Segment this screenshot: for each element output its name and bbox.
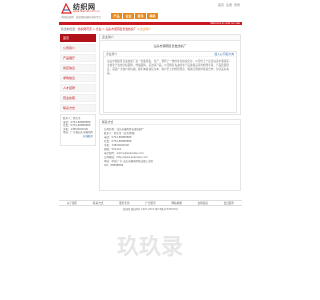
sidebar-item-license[interactable]: 营业执照 <box>60 94 96 102</box>
company-intro-panel: 企业简介 汕头市潮南区长发纺织厂 企业简介 加入公司名片夹 汕头市潮南区长发纺织… <box>99 34 241 115</box>
add-card-link[interactable]: 加入公司名片夹 <box>214 52 234 57</box>
site-header: 纺织网 www.fzwmkt.com.cn 中国纺织网 · 纺织面料辅料采购平台… <box>59 0 242 22</box>
footer-link-friends[interactable]: 友情链接 <box>198 201 208 205</box>
intro-body: 企业简介 加入公司名片夹 汕头市潮南区长发纺织厂是一家集研发、生产、销售于一体的… <box>103 51 237 113</box>
detail-line: QQ：88888888 <box>104 164 124 167</box>
nav-companies[interactable]: 企业 <box>123 13 134 19</box>
panel-heading: 企业简介 <box>100 35 240 41</box>
breadcrumb-current: 企业简介 <box>139 27 151 31</box>
nav-business[interactable]: 商机 <box>147 13 158 19</box>
contact-detail-list: 公司名称：汕头市潮南区长发纺织厂 联系人：陈先生（业务经理） 电话：0754-8… <box>100 125 240 168</box>
nav-news[interactable]: 资讯 <box>135 13 146 19</box>
sidebar-item-profile[interactable]: 公司简介 <box>60 44 96 52</box>
sidebar-item-purchase[interactable]: 求购信息 <box>60 74 96 82</box>
breadcrumb-prefix: 您当前位置： <box>61 27 78 31</box>
footer-link-ads[interactable]: 广告服务 <box>145 201 155 205</box>
footer-link-members[interactable]: 会员服务 <box>224 201 234 205</box>
sidebar-item-supply[interactable]: 供应信息 <box>60 64 96 72</box>
intro-text: 汕头市潮南区长发纺织厂是一家集研发、生产、销售于一体的专业纺织企业，公司位于广东… <box>107 60 232 75</box>
footer-link-contact[interactable]: 联系方式 <box>93 201 103 205</box>
top-links: 首页 注册 登录 <box>217 3 240 7</box>
company-name: 汕头市潮南区长发纺织厂 <box>153 44 187 48</box>
site-slogan: 中国纺织网 · 纺织面料辅料采购平台 <box>61 16 101 19</box>
intro-heading: 企业简介 加入公司名片夹 <box>104 52 236 57</box>
contact-detail-panel: 联系方式 公司名称：汕头市潮南区长发纺织厂 联系人：陈先生（业务经理） 电话：0… <box>99 119 241 191</box>
toplink-register[interactable]: 注册 <box>226 3 232 7</box>
logo-icon <box>61 3 72 14</box>
nav-products[interactable]: 产品 <box>111 13 122 19</box>
toplink-home[interactable]: 首页 <box>218 3 224 7</box>
sidebar-contact-box: 联系人：陈先生 电话：0754-88888888 传真：0754-8888888… <box>60 114 96 146</box>
footer-link-about[interactable]: 关于我们 <box>67 201 77 205</box>
header-bar: Welcome to visit our site <box>59 22 242 25</box>
welcome-text: Welcome to visit our site <box>210 22 240 25</box>
breadcrumb-path[interactable]: 纺织网首页 > 企业 > 汕头市潮南区长发纺织厂 > <box>78 27 140 31</box>
sidebar: 首页 公司简介 产品展厅 供应信息 求购信息 人才招聘 营业执照 联系方式 联系… <box>60 34 96 146</box>
logo[interactable]: 纺织网 www.fzwmkt.com.cn 中国纺织网 · 纺织面料辅料采购平台 <box>61 2 113 20</box>
sidebar-item-home[interactable]: 首页 <box>60 34 96 42</box>
footer-link-terms[interactable]: 服务条款 <box>119 201 129 205</box>
copyright: 纺织网 版权所有 1997-2019 粤ICP备12345678号 <box>122 208 179 211</box>
site-url: www.fzwmkt.com.cn <box>73 10 100 13</box>
watermark-logo: 玖玖录 <box>117 234 183 260</box>
breadcrumb: 您当前位置：纺织网首页 > 企业 > 汕头市潮南区长发纺织厂 >企业简介 <box>61 27 151 31</box>
page: 纺织网 www.fzwmkt.com.cn 中国纺织网 · 纺织面料辅料采购平台… <box>59 0 242 211</box>
intro-heading-label: 企业简介 <box>106 52 118 56</box>
watermark-text: 玖玖录 <box>117 234 183 260</box>
sidebar-item-jobs[interactable]: 人才招聘 <box>60 84 96 92</box>
toplink-login[interactable]: 登录 <box>234 3 240 7</box>
main-nav: 产品 企业 资讯 商机 <box>111 13 158 19</box>
footer-link-sitemap[interactable]: 网站地图 <box>171 201 181 205</box>
footer-nav: 关于我们 联系方式 服务条款 广告服务 网站地图 友情链接 会员服务 <box>59 200 242 206</box>
sidebar-item-products[interactable]: 产品展厅 <box>60 54 96 62</box>
sidebar-item-contact[interactable]: 联系方式 <box>60 104 96 112</box>
online-contact-link[interactable]: 在线联系 <box>63 135 93 139</box>
